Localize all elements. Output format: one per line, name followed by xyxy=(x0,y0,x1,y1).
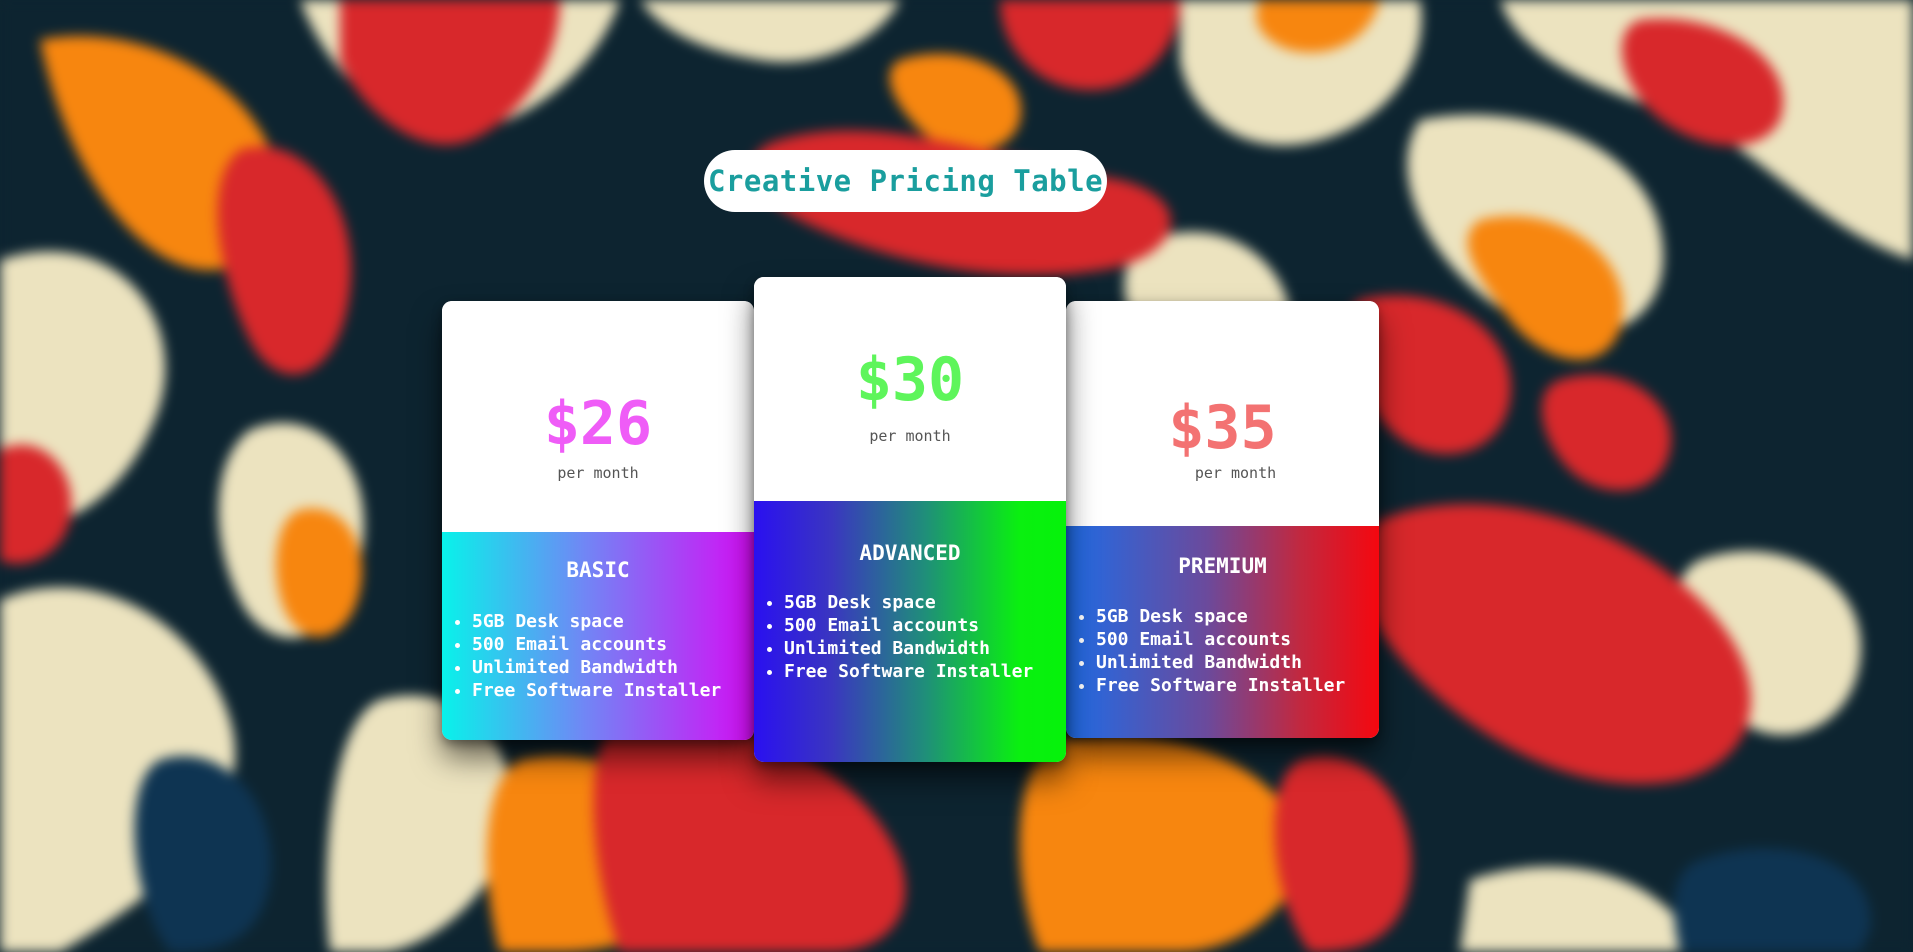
plan-name: BASIC xyxy=(566,558,630,582)
price-section: $35 per month xyxy=(1066,301,1379,526)
feature-item: Unlimited Bandwidth xyxy=(472,656,721,679)
price-period: per month xyxy=(1194,464,1277,482)
feature-item: 500 Email accounts xyxy=(1096,628,1345,651)
feature-item: 500 Email accounts xyxy=(784,614,1033,637)
page-title: Creative Pricing Table xyxy=(704,150,1107,212)
feature-item: Free Software Installer xyxy=(1096,674,1345,697)
feature-item: Unlimited Bandwidth xyxy=(784,637,1033,660)
price-period: per month xyxy=(869,427,951,445)
plan-name: PREMIUM xyxy=(1178,554,1267,578)
pricing-card-basic[interactable]: $26 per month BASIC 5GB Desk space 500 E… xyxy=(442,301,754,740)
features-section: PREMIUM 5GB Desk space 500 Email account… xyxy=(1066,526,1379,738)
feature-list: 5GB Desk space 500 Email accounts Unlimi… xyxy=(1066,605,1345,697)
feature-item: Free Software Installer xyxy=(472,679,721,702)
feature-item: 500 Email accounts xyxy=(472,633,721,656)
feature-list: 5GB Desk space 500 Email accounts Unlimi… xyxy=(754,591,1033,683)
pricing-card-premium[interactable]: $35 per month PREMIUM 5GB Desk space 500… xyxy=(1066,301,1379,738)
price-section: $26 per month xyxy=(442,301,754,532)
features-section: BASIC 5GB Desk space 500 Email accounts … xyxy=(442,532,754,740)
price-section: $30 per month xyxy=(754,277,1066,501)
price-amount: $30 xyxy=(855,345,965,415)
feature-item: 5GB Desk space xyxy=(1096,605,1345,628)
price-amount: $26 xyxy=(543,389,653,459)
feature-item: 5GB Desk space xyxy=(784,591,1033,614)
feature-item: 5GB Desk space xyxy=(472,610,721,633)
features-section: ADVANCED 5GB Desk space 500 Email accoun… xyxy=(754,501,1066,762)
pricing-card-advanced[interactable]: $30 per month ADVANCED 5GB Desk space 50… xyxy=(754,277,1066,762)
feature-item: Unlimited Bandwidth xyxy=(1096,651,1345,674)
price-amount: $35 xyxy=(1168,393,1277,463)
price-period: per month xyxy=(557,464,639,482)
feature-list: 5GB Desk space 500 Email accounts Unlimi… xyxy=(442,610,721,702)
feature-item: Free Software Installer xyxy=(784,660,1033,683)
plan-name: ADVANCED xyxy=(859,541,961,565)
